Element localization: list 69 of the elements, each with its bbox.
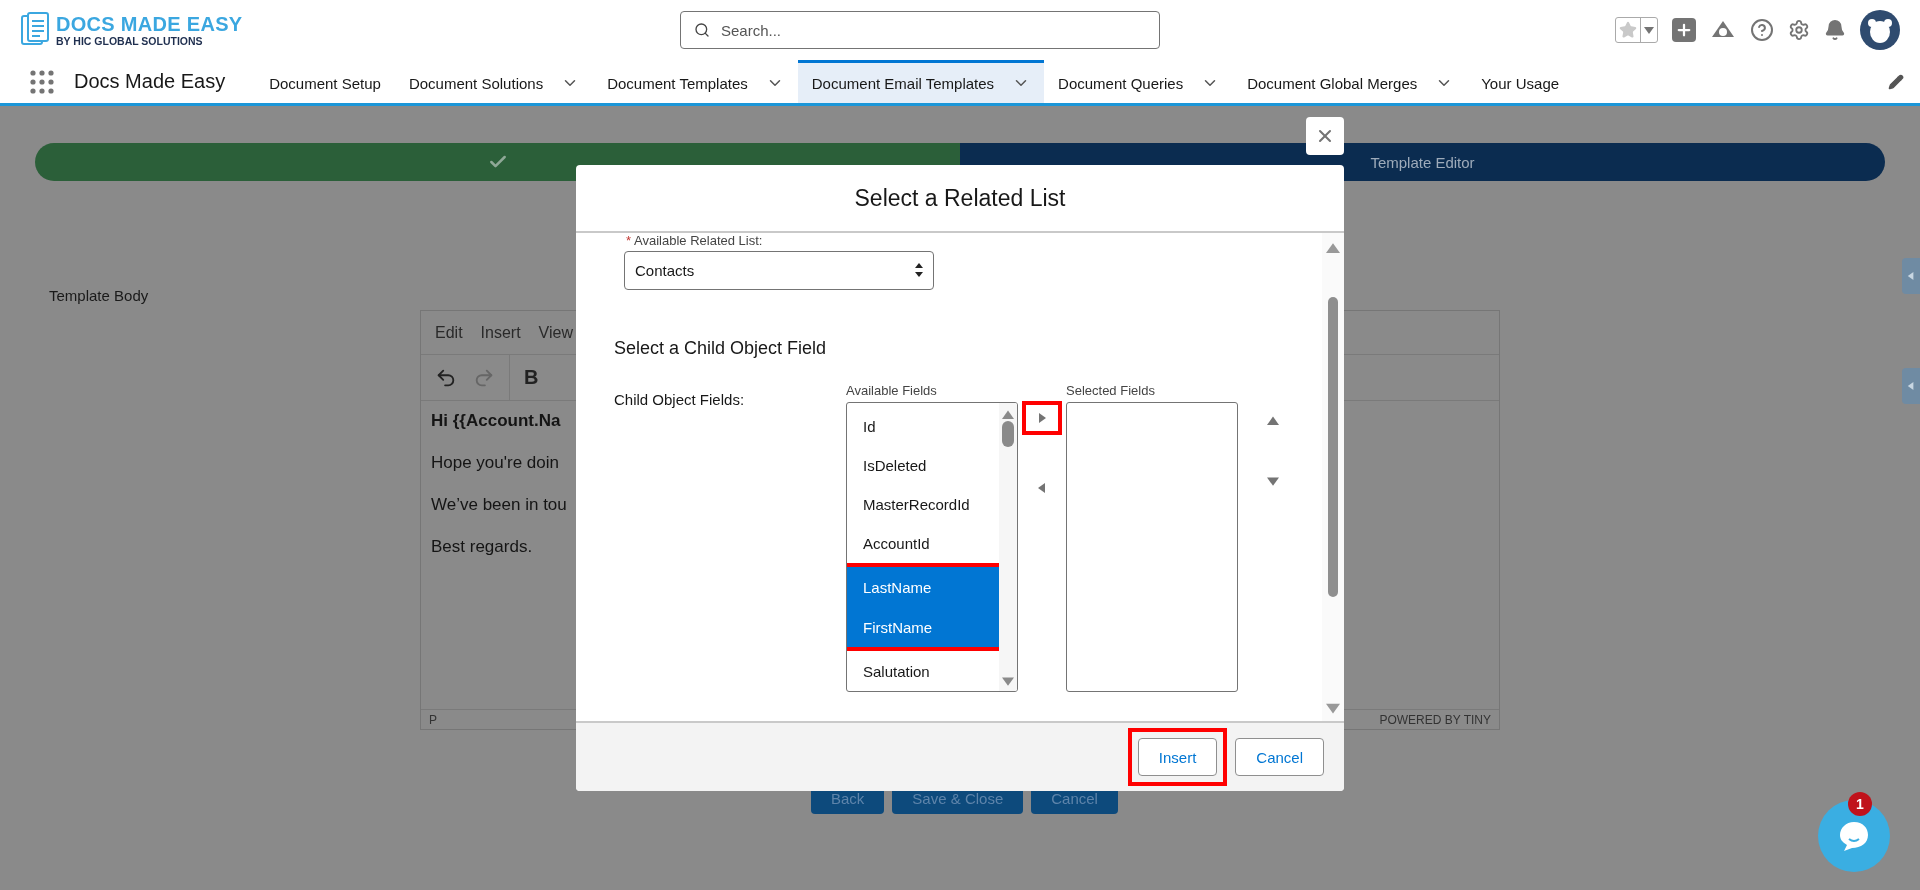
nav-tab[interactable]: Document Solutions: [394, 60, 594, 103]
settings-icon[interactable]: [1788, 19, 1810, 41]
scroll-down-icon: [1002, 674, 1014, 687]
field-label: Child Object Fields:: [614, 390, 746, 410]
caret-right-icon: [1037, 412, 1047, 423]
nav-tab[interactable]: Your Usage: [1467, 60, 1574, 103]
add-button[interactable]: [1672, 18, 1696, 42]
documents-logo-icon: [20, 12, 50, 48]
available-fields-list[interactable]: Id IsDeleted MasterRecordId AccountId LastName FirstName Salutation: [846, 401, 1018, 692]
field-option[interactable]: Id: [847, 406, 999, 446]
editor-text: Hope you're doin: [431, 453, 559, 473]
scrollbar-thumb[interactable]: [1328, 297, 1338, 597]
caret-left-icon: [1907, 272, 1915, 280]
field-option[interactable]: LastName: [847, 567, 999, 608]
modal-title: Select a Related List: [854, 184, 1066, 212]
notifications-icon[interactable]: [1824, 19, 1846, 41]
dialog-button[interactable]: Insert: [1137, 738, 1218, 776]
section-title: Select a Child Object Field: [614, 337, 828, 359]
move-right-button[interactable]: [1022, 400, 1062, 435]
dialog-button[interactable]: Cancel: [1235, 738, 1324, 776]
editor-text: Best regards.: [431, 537, 533, 557]
move-down-button[interactable]: [1267, 474, 1279, 487]
caret-left-icon: [1907, 382, 1915, 390]
editor-menu-item[interactable]: View: [538, 323, 573, 342]
list-label: Selected Fields: [1066, 382, 1156, 398]
star-icon: [1619, 21, 1637, 39]
field-label: Available Related List:: [634, 233, 763, 248]
side-panel-tab[interactable]: [1902, 258, 1920, 294]
field-label: Template Body: [49, 287, 150, 304]
triangle-down-icon: [1267, 474, 1279, 487]
field-option[interactable]: IsDeleted: [847, 445, 999, 485]
field-option[interactable]: AccountId: [847, 524, 999, 564]
sort-arrows-icon: [915, 263, 923, 278]
field-option[interactable]: MasterRecordId: [847, 485, 999, 525]
related-list-select[interactable]: Contacts: [624, 250, 934, 290]
plus-icon: [1675, 21, 1693, 39]
app-launcher-icon[interactable]: [30, 69, 54, 94]
editor-text: We’ve been in tou: [431, 495, 567, 515]
nav-tab[interactable]: Document Setup: [255, 60, 395, 103]
editor-branding: POWERED BY TINY: [1379, 712, 1491, 727]
notification-badge: 1: [1848, 792, 1872, 816]
search-icon: [694, 22, 710, 38]
editor-text: Hi {{Account.Na: [431, 411, 561, 431]
search-field[interactable]: Search...: [680, 11, 1160, 49]
required-mark: *: [626, 233, 632, 248]
editor-menu-item[interactable]: Edit: [435, 323, 463, 342]
side-panel-tab[interactable]: [1902, 368, 1920, 404]
bold-button[interactable]: B: [524, 366, 539, 389]
field-option[interactable]: FirstName: [847, 607, 999, 648]
nav-tab[interactable]: Document Email Templates: [797, 60, 1045, 103]
nav-tab[interactable]: Document Templates: [593, 60, 798, 103]
element-path: P: [429, 712, 437, 727]
brand-subtitle: BY HIC GLOBAL SOLUTIONS: [56, 35, 204, 47]
caret-left-icon: [1037, 482, 1047, 493]
favorites-button[interactable]: [1615, 17, 1658, 43]
nav-tab[interactable]: Document Global Merges: [1233, 60, 1468, 103]
nav-tab[interactable]: Document Queries: [1044, 60, 1234, 103]
help-icon[interactable]: [1750, 18, 1774, 42]
caret-icon: [1644, 25, 1654, 35]
editor-menu-item[interactable]: Insert: [480, 323, 521, 342]
scroll-down-icon: [1326, 701, 1340, 715]
brand-title: DOCS MADE EASY: [56, 13, 243, 34]
selected-fields-list[interactable]: [1066, 401, 1238, 692]
edit-icon[interactable]: [1888, 73, 1904, 90]
list-label: Available Fields: [846, 382, 938, 398]
field-option[interactable]: Salutation: [847, 651, 999, 691]
avatar-icon[interactable]: [1860, 10, 1900, 50]
app-name: Docs Made Easy: [74, 70, 226, 93]
close-button[interactable]: [1306, 117, 1344, 155]
